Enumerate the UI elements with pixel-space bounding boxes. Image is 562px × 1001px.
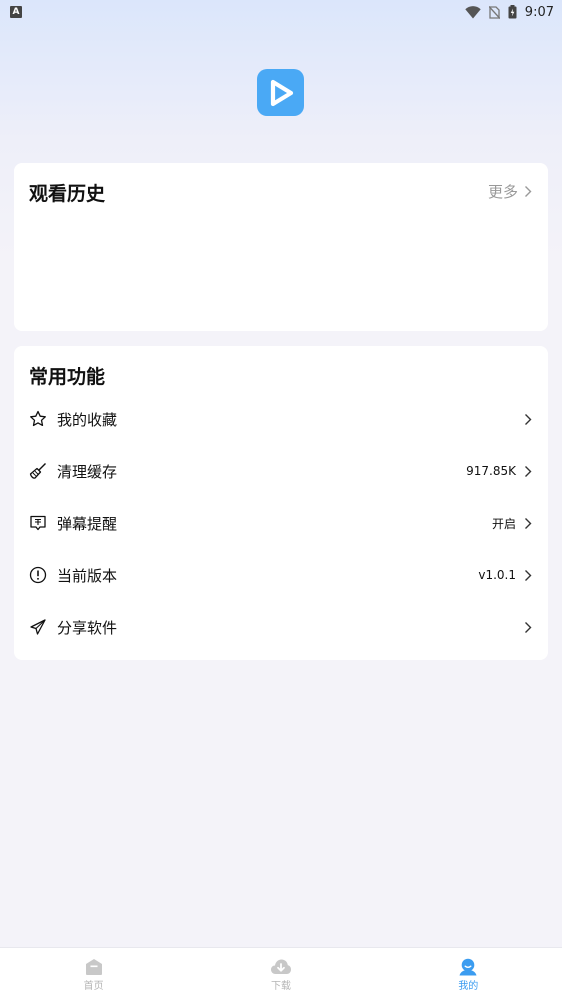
nav-download[interactable]: 下载	[187, 948, 374, 1001]
nav-home[interactable]: 首页	[0, 948, 187, 1001]
clear-cache-row[interactable]: 清理缓存 917.85K	[14, 445, 548, 497]
wifi-icon	[465, 5, 481, 18]
danmaku-status-value: 开启	[491, 516, 516, 531]
chevron-right-icon	[525, 465, 532, 477]
status-bar: A 9:07	[0, 0, 562, 24]
danmaku-reminder-row[interactable]: 弹幕提醒 开启	[14, 497, 548, 549]
nav-home-label: 首页	[83, 981, 104, 992]
status-left: A	[10, 6, 22, 18]
app-logo	[257, 69, 304, 116]
user-icon	[459, 958, 477, 976]
danmaku-reminder-label: 弹幕提醒	[57, 514, 118, 533]
chevron-right-icon	[525, 186, 532, 197]
more-label: 更多	[487, 183, 518, 201]
status-right: 9:07	[465, 5, 554, 20]
chevron-right-icon	[525, 413, 532, 425]
nav-mine[interactable]: 我的	[375, 948, 562, 1001]
home-icon	[85, 959, 102, 975]
current-version-label: 当前版本	[57, 566, 118, 585]
download-cloud-icon	[270, 959, 291, 974]
common-functions-card: 常用功能 我的收藏 清理缓存 917.85K 弹幕提醒 开启 当前版本 v1.0…	[14, 346, 548, 660]
watch-history-card: 观看历史 更多	[14, 163, 548, 331]
info-icon	[29, 566, 47, 584]
chevron-right-icon	[525, 569, 532, 581]
no-sim-icon	[488, 5, 500, 19]
star-icon	[29, 410, 47, 428]
notification-badge: A	[10, 6, 22, 18]
bottom-nav: 首页 下载 我的	[0, 947, 562, 1001]
danmaku-icon	[29, 514, 47, 532]
version-value: v1.0.1	[478, 568, 516, 582]
watch-history-title: 观看历史	[29, 183, 106, 205]
play-icon	[270, 79, 293, 106]
status-time: 9:07	[524, 4, 554, 20]
more-history-link[interactable]: 更多	[488, 181, 532, 202]
cache-size-value: 917.85K	[466, 464, 516, 478]
clear-cache-label: 清理缓存	[57, 462, 118, 481]
paper-plane-icon	[29, 618, 47, 636]
share-app-label: 分享软件	[57, 618, 118, 637]
share-app-row[interactable]: 分享软件	[14, 601, 548, 653]
current-version-row[interactable]: 当前版本 v1.0.1	[14, 549, 548, 601]
favorites-row[interactable]: 我的收藏	[14, 393, 548, 445]
nav-download-label: 下载	[270, 981, 291, 992]
chevron-right-icon	[525, 621, 532, 633]
broom-icon	[29, 462, 47, 480]
chevron-right-icon	[525, 517, 532, 529]
common-functions-title: 常用功能	[29, 366, 106, 388]
nav-mine-label: 我的	[458, 981, 479, 992]
favorites-label: 我的收藏	[57, 410, 118, 429]
battery-icon	[508, 5, 517, 19]
